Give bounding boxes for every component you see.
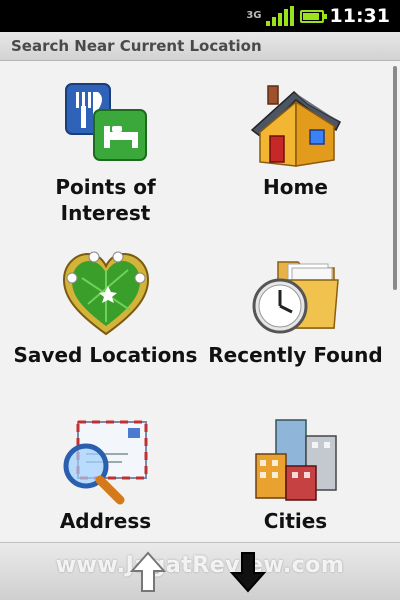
clock: 11:31: [329, 5, 390, 27]
buildings-icon: [254, 419, 337, 501]
tile-points-of-interest[interactable]: Points of Interest: [8, 62, 203, 232]
page-title: Search Near Current Location: [11, 37, 262, 55]
title-bar: Search Near Current Location: [0, 32, 400, 61]
tile-label: Cities: [263, 509, 328, 533]
heart-map-icon: [62, 251, 149, 336]
bottom-bar: www.JagatReview.com: [0, 542, 400, 600]
status-bar: 3G 11:31: [0, 0, 400, 32]
menu-grid: Points of Interest Home Saved Locations: [0, 62, 390, 542]
battery-icon: [299, 9, 327, 23]
arrow-up-icon[interactable]: [128, 549, 168, 595]
tile-address[interactable]: Address: [8, 408, 203, 542]
arrow-down-icon[interactable]: [228, 549, 268, 595]
scrollbar[interactable]: [393, 66, 397, 290]
tile-label: Points of Interest: [55, 175, 156, 225]
tile-cities[interactable]: Cities: [198, 408, 393, 542]
network-type: 3G: [246, 10, 262, 21]
watermark: www.JagatReview.com: [55, 553, 345, 578]
tile-label: Home: [263, 175, 328, 199]
tile-recently-found[interactable]: Recently Found: [198, 242, 393, 392]
envelope-magnifier-icon: [63, 420, 147, 505]
tile-label: Recently Found: [208, 343, 383, 367]
folder-clock-icon: [252, 261, 339, 334]
tile-home[interactable]: Home: [198, 62, 393, 232]
poi-icon: [64, 83, 147, 161]
status-indicators: 3G 11:31: [246, 0, 390, 32]
signal-icon: [265, 6, 294, 26]
tile-saved-locations[interactable]: Saved Locations: [8, 242, 203, 392]
house-icon: [250, 85, 341, 167]
tile-label: Saved Locations: [13, 343, 198, 367]
tile-label: Address: [59, 509, 152, 533]
